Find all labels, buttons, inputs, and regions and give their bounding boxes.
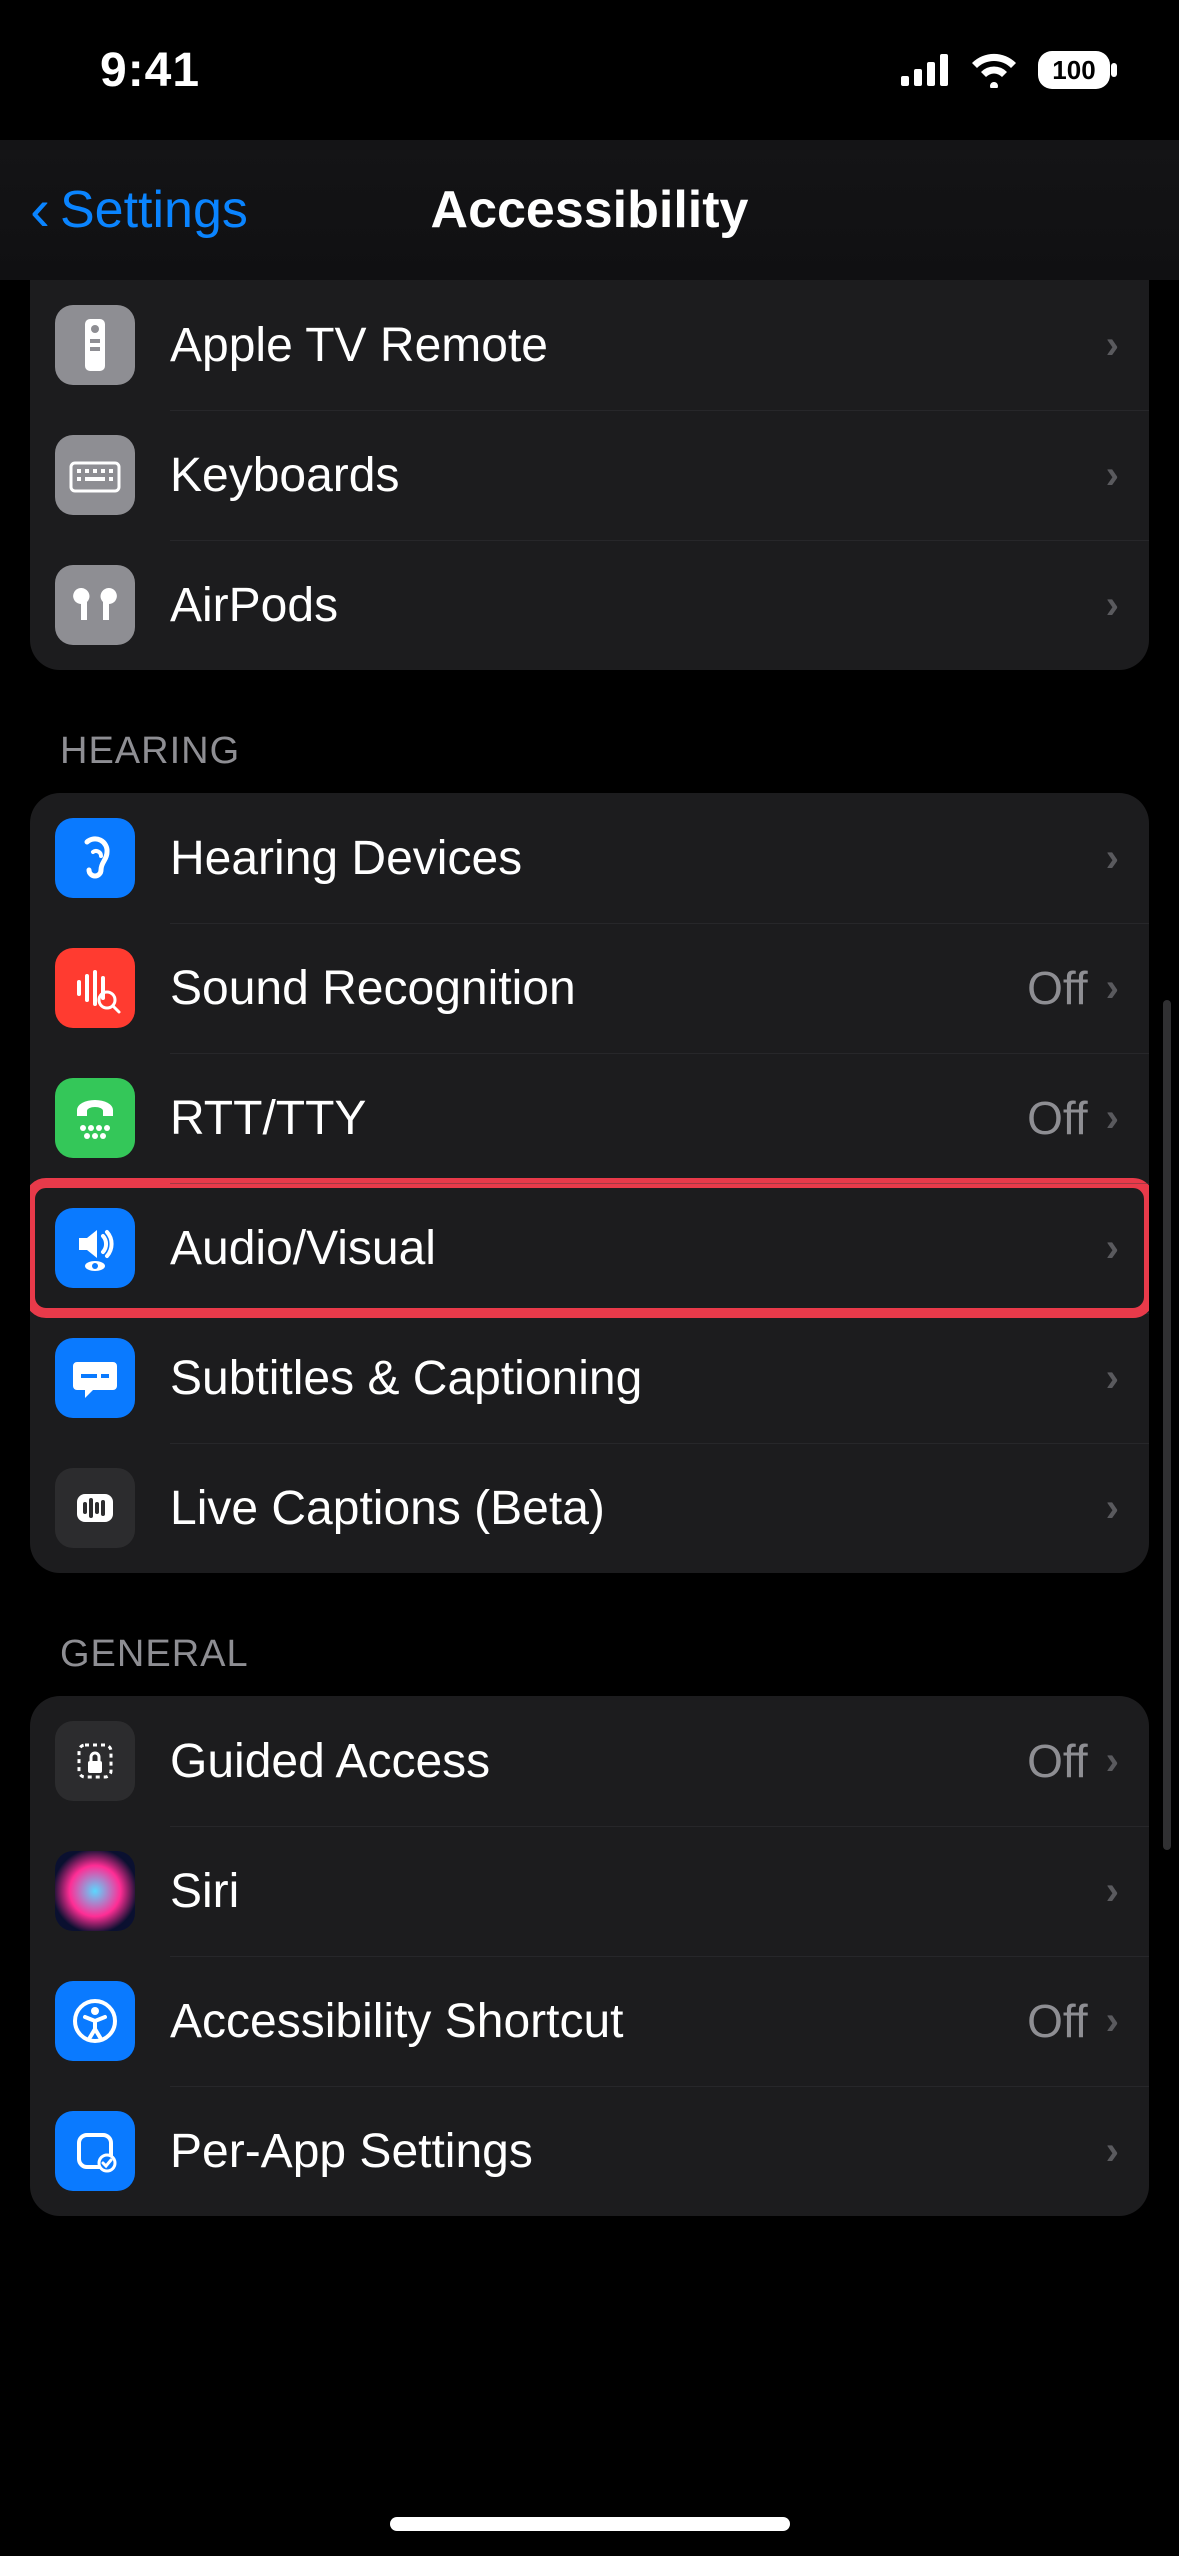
settings-content: Apple TV Remote › Keyboards › AirPods › … — [0, 280, 1179, 2216]
group-hearing: Hearing Devices › Sound Recognition Off … — [30, 793, 1149, 1573]
section-header-hearing: HEARING — [30, 670, 1149, 793]
row-label: Per-App Settings — [170, 2124, 1106, 2179]
keyboard-icon — [55, 435, 135, 515]
wifi-icon — [969, 52, 1019, 88]
airpods-icon — [55, 565, 135, 645]
row-label: Accessibility Shortcut — [170, 1994, 1027, 2049]
chevron-right-icon: › — [1106, 1226, 1119, 1271]
battery-level: 100 — [1052, 55, 1095, 85]
group-general: Guided Access Off › Siri › Accessibility… — [30, 1696, 1149, 2216]
subtitles-icon — [55, 1338, 135, 1418]
row-hearing-devices[interactable]: Hearing Devices › — [30, 793, 1149, 923]
row-guided-access[interactable]: Guided Access Off › — [30, 1696, 1149, 1826]
guided-access-icon — [55, 1721, 135, 1801]
row-label: Hearing Devices — [170, 831, 1106, 886]
group-physical: Apple TV Remote › Keyboards › AirPods › — [30, 280, 1149, 670]
row-airpods[interactable]: AirPods › — [30, 540, 1149, 670]
chevron-right-icon: › — [1106, 583, 1119, 628]
page-title: Accessibility — [431, 180, 749, 240]
battery-icon: 100 — [1037, 50, 1119, 90]
home-indicator[interactable] — [390, 2517, 790, 2531]
row-label: RTT/TTY — [170, 1091, 1027, 1146]
live-captions-icon — [55, 1468, 135, 1548]
row-label: Sound Recognition — [170, 961, 1027, 1016]
apple-tv-remote-icon — [55, 305, 135, 385]
accessibility-shortcut-icon — [55, 1981, 135, 2061]
chevron-right-icon: › — [1106, 1739, 1119, 1784]
chevron-right-icon: › — [1106, 1486, 1119, 1531]
sound-recognition-icon — [55, 948, 135, 1028]
row-label: Audio/Visual — [170, 1221, 1106, 1276]
row-label: Guided Access — [170, 1734, 1027, 1789]
row-label: Live Captions (Beta) — [170, 1481, 1106, 1536]
chevron-right-icon: › — [1106, 1356, 1119, 1401]
row-live-captions[interactable]: Live Captions (Beta) › — [30, 1443, 1149, 1573]
scroll-indicator[interactable] — [1163, 1000, 1171, 1850]
row-accessibility-shortcut[interactable]: Accessibility Shortcut Off › — [30, 1956, 1149, 2086]
chevron-right-icon: › — [1106, 2129, 1119, 2174]
status-icons: 100 — [901, 50, 1119, 90]
siri-icon — [55, 1851, 135, 1931]
back-label: Settings — [60, 180, 248, 240]
cellular-signal-icon — [901, 54, 951, 86]
chevron-right-icon: › — [1106, 1096, 1119, 1141]
chevron-left-icon: ‹ — [30, 180, 50, 240]
row-siri[interactable]: Siri › — [30, 1826, 1149, 1956]
row-value: Off — [1027, 1091, 1088, 1145]
status-time: 9:41 — [100, 43, 200, 98]
back-button[interactable]: ‹ Settings — [30, 180, 248, 240]
row-value: Off — [1027, 1994, 1088, 2048]
section-header-general: GENERAL — [30, 1573, 1149, 1696]
row-value: Off — [1027, 961, 1088, 1015]
ear-icon — [55, 818, 135, 898]
chevron-right-icon: › — [1106, 836, 1119, 881]
chevron-right-icon: › — [1106, 453, 1119, 498]
row-subtitles-captioning[interactable]: Subtitles & Captioning › — [30, 1313, 1149, 1443]
row-sound-recognition[interactable]: Sound Recognition Off › — [30, 923, 1149, 1053]
row-audio-visual[interactable]: Audio/Visual › — [30, 1183, 1149, 1313]
rtt-tty-icon — [55, 1078, 135, 1158]
status-bar: 9:41 100 — [0, 0, 1179, 140]
chevron-right-icon: › — [1106, 1999, 1119, 2044]
row-label: Keyboards — [170, 448, 1106, 503]
row-label: AirPods — [170, 578, 1106, 633]
chevron-right-icon: › — [1106, 966, 1119, 1011]
row-per-app-settings[interactable]: Per-App Settings › — [30, 2086, 1149, 2216]
per-app-settings-icon — [55, 2111, 135, 2191]
nav-bar: ‹ Settings Accessibility — [0, 140, 1179, 280]
row-value: Off — [1027, 1734, 1088, 1788]
row-keyboards[interactable]: Keyboards › — [30, 410, 1149, 540]
row-label: Subtitles & Captioning — [170, 1351, 1106, 1406]
chevron-right-icon: › — [1106, 323, 1119, 368]
audio-visual-icon — [55, 1208, 135, 1288]
row-label: Apple TV Remote — [170, 318, 1106, 373]
chevron-right-icon: › — [1106, 1869, 1119, 1914]
row-rtt-tty[interactable]: RTT/TTY Off › — [30, 1053, 1149, 1183]
row-label: Siri — [170, 1864, 1106, 1919]
row-apple-tv-remote[interactable]: Apple TV Remote › — [30, 280, 1149, 410]
